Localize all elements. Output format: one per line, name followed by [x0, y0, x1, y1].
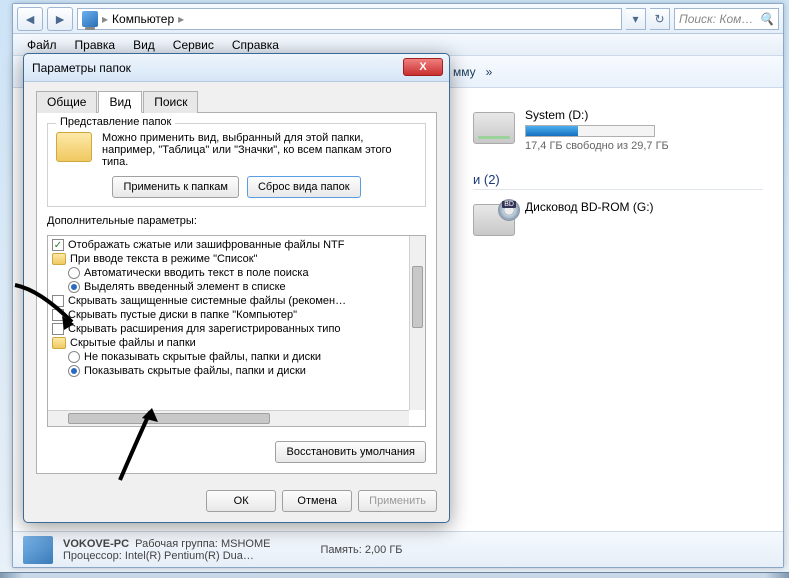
drive-name: System (D:) [525, 108, 669, 122]
horizontal-scrollbar[interactable] [48, 410, 409, 426]
apply-button[interactable]: Применить [358, 490, 437, 512]
tab-search[interactable]: Поиск [143, 91, 198, 113]
checkbox-hide-protected[interactable] [52, 295, 64, 307]
drive-name: Дисковод BD-ROM (G:) [525, 200, 654, 214]
folder-icon [56, 132, 92, 162]
status-workgroup: MSHOME [221, 538, 271, 550]
option-show-hidden[interactable]: Показывать скрытые файлы, папки и диски [84, 365, 306, 377]
status-cpu: Intel(R) Pentium(R) Dua… [125, 550, 254, 562]
vertical-scrollbar[interactable] [409, 236, 425, 410]
status-computer-name: VOKOVE-PC [63, 538, 129, 550]
search-icon: 🔍 [759, 12, 774, 26]
menu-tools[interactable]: Сервис [165, 36, 222, 54]
menu-file[interactable]: Файл [19, 36, 65, 54]
menu-help[interactable]: Справка [224, 36, 287, 54]
drive-item-d[interactable]: System (D:) 17,4 ГБ свободно из 29,7 ГБ [473, 108, 763, 152]
search-input[interactable]: Поиск: Ком… 🔍 [674, 8, 779, 30]
dialog-title: Параметры папок [32, 61, 131, 75]
folder-icon [52, 253, 66, 265]
option-hide-protected[interactable]: Скрывать защищенные системные файлы (рек… [68, 295, 346, 307]
status-ram-label: Память: [320, 544, 361, 556]
window-bottom-border [0, 572, 789, 578]
close-button[interactable]: X [403, 58, 443, 76]
option-hidden-files: Скрытые файлы и папки [70, 337, 196, 349]
status-ram: 2,00 ГБ [365, 544, 403, 556]
computer-icon [82, 11, 98, 27]
search-placeholder: Поиск: Ком… [679, 12, 753, 26]
address-field[interactable]: ▸ Компьютер ▸ [77, 8, 622, 30]
checkbox[interactable]: ✓ [52, 239, 64, 251]
ok-button[interactable]: ОК [206, 490, 276, 512]
address-dropdown-button[interactable]: ▾ [626, 8, 646, 30]
breadcrumb-location[interactable]: Компьютер [112, 12, 174, 26]
disk-free-text: 17,4 ГБ свободно из 29,7 ГБ [525, 140, 669, 152]
toolbar-partial-text: мму [453, 65, 476, 79]
tab-general[interactable]: Общие [36, 91, 97, 113]
toolbar-overflow-button[interactable]: » [486, 65, 493, 79]
reset-folders-button[interactable]: Сброс вида папок [247, 176, 361, 198]
tab-content-view: Представление папок Можно применить вид,… [36, 113, 437, 474]
folder-icon [52, 337, 66, 349]
advanced-settings-label: Дополнительные параметры: [47, 215, 426, 227]
restore-defaults-button[interactable]: Восстановить умолчания [275, 441, 426, 463]
menu-view[interactable]: Вид [125, 36, 163, 54]
hard-drive-icon [473, 112, 515, 144]
disk-usage-bar [525, 125, 655, 137]
address-bar: ◄ ► ▸ Компьютер ▸ ▾ ↻ Поиск: Ком… 🔍 [13, 4, 783, 34]
status-workgroup-label: Рабочая группа: [135, 538, 218, 550]
breadcrumb-sep-icon: ▸ [178, 12, 184, 26]
option-show-compressed[interactable]: Отображать сжатые или зашифрованные файл… [68, 239, 344, 251]
option-auto-search[interactable]: Автоматически вводить текст в поле поиск… [84, 267, 309, 279]
nav-back-button[interactable]: ◄ [17, 7, 43, 31]
represent-description: Можно применить вид, выбранный для этой … [102, 132, 417, 168]
breadcrumb-sep-icon: ▸ [102, 12, 108, 26]
computer-icon [23, 536, 53, 564]
radio[interactable] [68, 281, 80, 293]
apply-to-folders-button[interactable]: Применить к папкам [112, 176, 239, 198]
tab-view[interactable]: Вид [98, 91, 142, 113]
refresh-button[interactable]: ↻ [650, 8, 670, 30]
folder-options-dialog: Параметры папок X Общие Вид Поиск Предст… [23, 53, 450, 523]
option-hide-extensions[interactable]: Скрывать расширения для зарегистрированн… [68, 323, 341, 335]
checkbox[interactable] [52, 309, 64, 321]
option-hide-empty-drives[interactable]: Скрывать пустые диски в папке "Компьютер… [68, 309, 297, 321]
radio-show-hidden[interactable] [68, 365, 80, 377]
drive-item-g[interactable]: Дисковод BD-ROM (G:) [473, 200, 763, 236]
menu-edit[interactable]: Правка [67, 36, 124, 54]
folder-representation-group: Представление папок Можно применить вид,… [47, 123, 426, 207]
group-header-devices[interactable]: и (2) [473, 172, 763, 190]
status-cpu-label: Процессор: [63, 550, 122, 562]
dialog-body: Общие Вид Поиск Представление папок Можн… [24, 82, 449, 482]
status-bar: VOKOVE-PC Рабочая группа: MSHOME Процесс… [13, 531, 783, 567]
checkbox[interactable] [52, 323, 64, 335]
dialog-titlebar[interactable]: Параметры папок X [24, 54, 449, 82]
nav-forward-button[interactable]: ► [47, 7, 73, 31]
group-legend: Представление папок [56, 116, 175, 128]
bd-rom-icon [473, 204, 515, 236]
radio[interactable] [68, 267, 80, 279]
cancel-button[interactable]: Отмена [282, 490, 352, 512]
option-dont-show-hidden[interactable]: Не показывать скрытые файлы, папки и дис… [84, 351, 321, 363]
option-select-item[interactable]: Выделять введенный элемент в списке [84, 281, 286, 293]
tab-strip: Общие Вид Поиск [36, 90, 437, 113]
advanced-settings-tree: ✓ Отображать сжатые или зашифрованные фай… [47, 235, 426, 427]
option-list-typing: При вводе текста в режиме "Список" [70, 253, 257, 265]
radio[interactable] [68, 351, 80, 363]
dialog-footer: ОК Отмена Применить [24, 482, 449, 522]
